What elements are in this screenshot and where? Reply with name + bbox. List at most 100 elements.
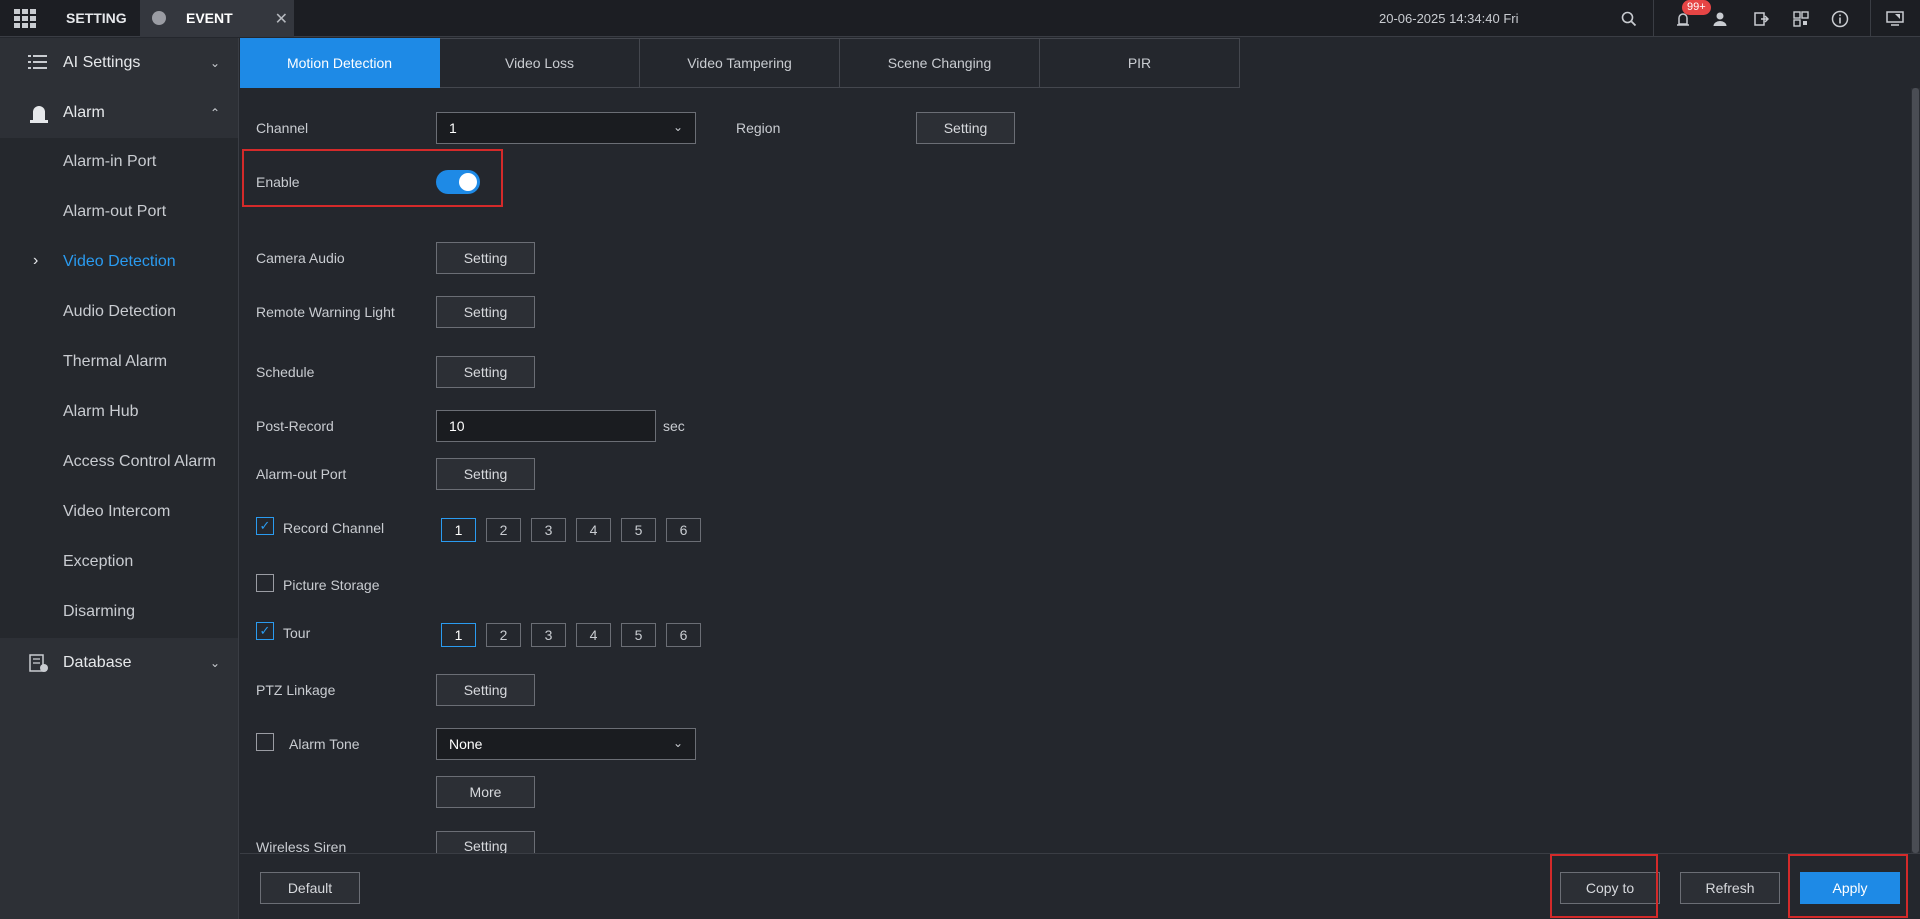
sidebar-item-video-detection[interactable]: › Video Detection — [0, 238, 238, 288]
tab-video-tampering[interactable]: Video Tampering — [640, 38, 840, 88]
close-icon[interactable]: ✕ — [275, 9, 288, 29]
sidebar-item-label: Alarm — [63, 104, 105, 121]
sidebar-item-ai-settings[interactable]: AI Settings ⌄ — [0, 38, 238, 88]
scrollbar-thumb[interactable] — [1912, 88, 1919, 853]
schedule-label: Schedule — [256, 364, 315, 380]
region-label: Region — [736, 120, 781, 136]
sidebar-item-label: Database — [63, 654, 132, 671]
channel-label: Channel — [256, 120, 309, 136]
record-channel-4[interactable]: 4 — [576, 518, 611, 542]
wireless-siren-setting-button[interactable]: Setting — [436, 831, 535, 854]
sidebar-item-label: Audio Detection — [63, 303, 176, 320]
chevron-down-icon: ⌄ — [210, 656, 221, 670]
copy-to-button[interactable]: Copy to — [1560, 872, 1660, 904]
bell-icon — [28, 104, 50, 123]
sidebar-item-alarm-hub[interactable]: Alarm Hub — [0, 388, 238, 438]
database-icon — [28, 654, 50, 672]
footer-bar: Default Copy to Refresh Apply — [240, 853, 1920, 919]
sidebar-item-video-intercom[interactable]: Video Intercom — [0, 488, 238, 538]
tour-channel-5[interactable]: 5 — [621, 623, 656, 647]
channel-select[interactable]: 1 ⌄ — [436, 112, 696, 144]
logout-icon[interactable] — [1750, 8, 1772, 30]
record-channel-6[interactable]: 6 — [666, 518, 701, 542]
search-icon[interactable] — [1618, 8, 1640, 30]
sidebar-item-exception[interactable]: Exception — [0, 538, 238, 588]
schedule-setting-button[interactable]: Setting — [436, 356, 535, 388]
tour-channel-1[interactable]: 1 — [441, 623, 476, 647]
enable-toggle[interactable] — [436, 170, 480, 194]
default-button[interactable]: Default — [260, 872, 360, 904]
refresh-button[interactable]: Refresh — [1680, 872, 1780, 904]
camera-audio-setting-button[interactable]: Setting — [436, 242, 535, 274]
event-icon — [152, 11, 166, 25]
tab-pir[interactable]: PIR — [1040, 38, 1240, 88]
record-channel-5[interactable]: 5 — [621, 518, 656, 542]
sidebar-item-alarm-in-port[interactable]: Alarm-in Port — [0, 138, 238, 188]
channel-value: 1 — [449, 120, 457, 136]
sidebar-item-label: Disarming — [63, 603, 136, 620]
more-button[interactable]: More — [436, 776, 535, 808]
chevron-right-icon: › — [33, 252, 39, 269]
tab-motion-detection[interactable]: Motion Detection — [240, 38, 440, 88]
alarm-tone-select[interactable]: None ⌄ — [436, 728, 696, 760]
record-channel-1[interactable]: 1 — [441, 518, 476, 542]
sidebar-item-label: Video Intercom — [63, 503, 171, 520]
alarm-tone-value: None — [449, 736, 483, 752]
tour-label: Tour — [283, 625, 311, 641]
record-channel-3[interactable]: 3 — [531, 518, 566, 542]
picture-storage-checkbox[interactable] — [256, 574, 274, 592]
app-menu-button[interactable] — [0, 0, 50, 37]
alarm-out-port-label: Alarm-out Port — [256, 466, 347, 482]
post-record-input[interactable] — [436, 410, 656, 442]
sidebar-item-label: Access Control Alarm — [63, 453, 216, 470]
record-channel-label: Record Channel — [283, 520, 385, 536]
sidebar: AI Settings ⌄ Alarm ⌃ Alarm-in Port Alar… — [0, 38, 239, 919]
tab-video-loss[interactable]: Video Loss — [440, 38, 640, 88]
sidebar-item-label: Alarm-out Port — [63, 203, 167, 220]
chevron-down-icon: ⌄ — [672, 120, 683, 134]
tour-channel-2[interactable]: 2 — [486, 623, 521, 647]
sidebar-item-alarm-out-port[interactable]: Alarm-out Port — [0, 188, 238, 238]
ptz-linkage-setting-button[interactable]: Setting — [436, 674, 535, 706]
record-channel-checkbox[interactable]: ✓ — [256, 517, 274, 535]
qr-code-icon[interactable] — [1790, 8, 1812, 30]
sidebar-item-label: Thermal Alarm — [63, 353, 168, 370]
datetime: 20-06-2025 14:34:40 Fri — [1379, 11, 1519, 26]
tab-bar: Motion Detection Video Loss Video Tamper… — [240, 38, 1240, 88]
sidebar-item-label: Alarm-in Port — [63, 153, 157, 170]
ptz-linkage-label: PTZ Linkage — [256, 682, 336, 698]
sidebar-item-disarming[interactable]: Disarming — [0, 588, 238, 638]
enable-label: Enable — [256, 174, 300, 190]
chevron-down-icon: ⌄ — [210, 56, 221, 70]
sidebar-item-label: Alarm Hub — [63, 403, 139, 420]
tour-channel-4[interactable]: 4 — [576, 623, 611, 647]
event-tab[interactable]: EVENT ✕ — [140, 0, 294, 37]
alarm-tone-label: Alarm Tone — [289, 736, 360, 752]
record-channel-2[interactable]: 2 — [486, 518, 521, 542]
user-icon[interactable] — [1709, 8, 1731, 30]
alarm-tone-checkbox[interactable] — [256, 733, 274, 751]
alarm-out-port-setting-button[interactable]: Setting — [436, 458, 535, 490]
info-icon[interactable] — [1829, 8, 1851, 30]
display-icon[interactable] — [1884, 8, 1906, 30]
tab-scene-changing[interactable]: Scene Changing — [840, 38, 1040, 88]
sidebar-item-access-control-alarm[interactable]: Access Control Alarm — [0, 438, 238, 488]
sidebar-item-database[interactable]: Database ⌄ — [0, 638, 238, 688]
tour-channel-6[interactable]: 6 — [666, 623, 701, 647]
remote-warning-light-setting-button[interactable]: Setting — [436, 296, 535, 328]
tour-checkbox[interactable]: ✓ — [256, 622, 274, 640]
alarm-badge: 99+ — [1682, 0, 1711, 15]
chevron-up-icon: ⌃ — [210, 106, 221, 120]
sidebar-item-thermal-alarm[interactable]: Thermal Alarm — [0, 338, 238, 388]
top-bar: SETTING EVENT ✕ 20-06-2025 14:34:40 Fri … — [0, 0, 1920, 37]
apply-button[interactable]: Apply — [1800, 872, 1900, 904]
region-setting-button[interactable]: Setting — [916, 112, 1015, 144]
tour-channel-3[interactable]: 3 — [531, 623, 566, 647]
setting-tab[interactable]: SETTING — [50, 10, 140, 26]
post-record-label: Post-Record — [256, 418, 334, 434]
grid-icon — [14, 9, 36, 28]
sidebar-item-audio-detection[interactable]: Audio Detection — [0, 288, 238, 338]
event-tab-label: EVENT — [186, 10, 233, 26]
toggle-knob — [459, 173, 477, 191]
sidebar-item-alarm[interactable]: Alarm ⌃ — [0, 88, 238, 138]
